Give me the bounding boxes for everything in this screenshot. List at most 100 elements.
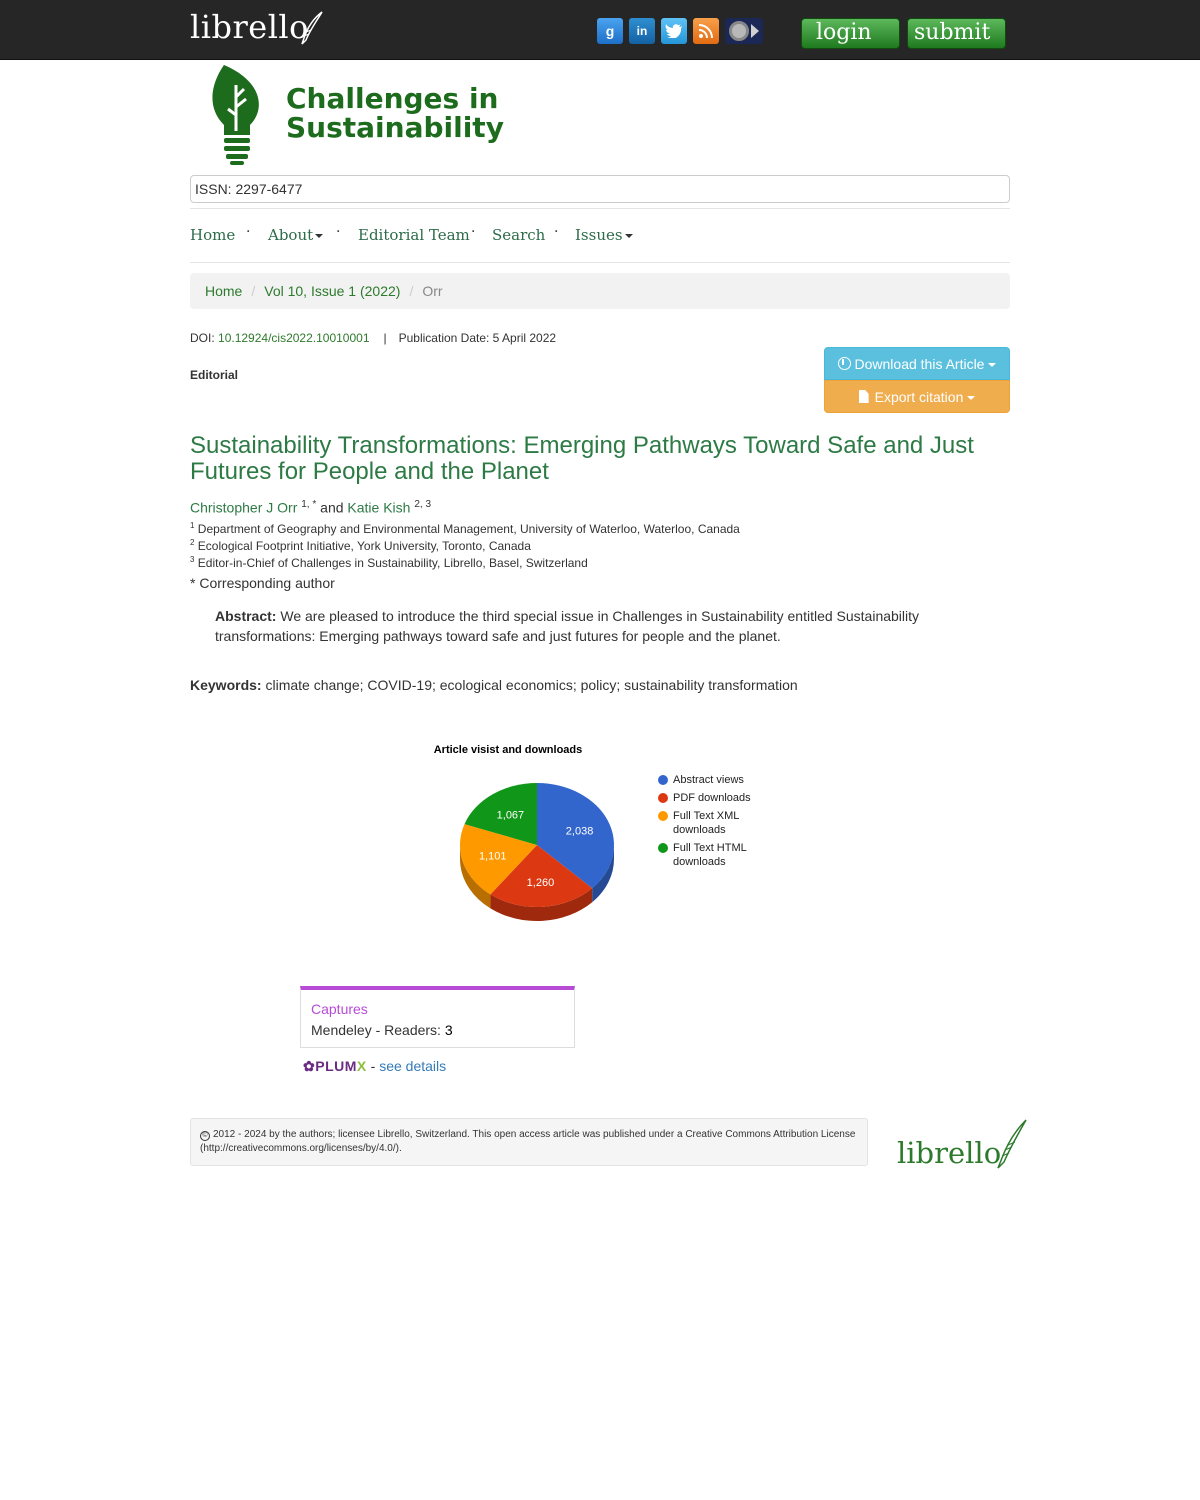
caret-down-icon [624, 234, 633, 238]
legend-label: Full Text XML downloads [673, 810, 740, 836]
abstract-label: Abstract: [215, 608, 277, 624]
affiliation-text: Ecological Footprint Initiative, York Un… [197, 539, 531, 553]
nav-search[interactable]: Search [492, 226, 545, 244]
authors: Christopher J Orr 1, * and Katie Kish 2,… [190, 499, 431, 516]
nav-about-label: About [268, 226, 314, 244]
nav-editorial-team[interactable]: Editorial Team [358, 226, 470, 244]
legend-marker [658, 793, 668, 803]
abstract: Abstract: We are pleased to introduce th… [215, 606, 975, 646]
publisher-logo-text: librello [190, 8, 309, 46]
author-link[interactable]: Christopher J Orr [190, 500, 297, 516]
rss-icon[interactable] [693, 18, 719, 44]
breadcrumb-home[interactable]: Home [205, 283, 242, 299]
nav-editorial-team-label: Editorial Team [358, 226, 470, 244]
breadcrumb-separator: / [409, 283, 414, 299]
author-conjunction: and [320, 499, 344, 516]
author-affiliation-sup: 1, * [301, 499, 317, 510]
keywords-label: Keywords: [190, 677, 262, 693]
journal-title-line1: Challenges in [286, 82, 499, 115]
divider [190, 262, 1010, 263]
author-affiliation-sup: 2, 3 [414, 499, 432, 510]
login-label: login [816, 20, 872, 45]
plumx-logo-icon[interactable]: ✿PLUMX [303, 1058, 367, 1074]
pie-data-label: 1,067 [497, 810, 525, 822]
footer-publisher-logo[interactable]: librello [897, 1119, 1027, 1170]
archive-icon[interactable] [725, 18, 763, 44]
caret-down-icon [988, 363, 997, 368]
corresponding-text: Corresponding author [199, 575, 335, 591]
chart-title: Article visist and downloads [433, 744, 583, 756]
affiliation: 3 Editor-in-Chief of Challenges in Susta… [190, 555, 588, 570]
journal-title-line2: Sustainability [286, 111, 504, 144]
linkedin-icon[interactable]: in [629, 18, 655, 44]
keywords: Keywords: climate change; COVID-19; ecol… [190, 677, 798, 693]
nav-separator: · [336, 224, 341, 240]
download-icon [837, 357, 851, 370]
pie-data-label: 1,101 [479, 851, 507, 863]
article-meta: DOI: 10.12924/cis2022.10010001 | Publicati… [190, 331, 556, 345]
download-article-label: Download this Article [854, 356, 985, 372]
publisher-logo[interactable]: librello [190, 8, 323, 46]
doi-label: DOI: [190, 331, 215, 345]
breadcrumb-current: Orr [422, 283, 443, 299]
divider [190, 208, 1010, 209]
plumx-logo-x: X [356, 1058, 367, 1074]
article-type: Editorial [190, 368, 239, 382]
abstract-text: We are pleased to introduce the third sp… [215, 608, 920, 644]
plumx-separator: - [370, 1058, 376, 1074]
pie-data-label: 1,260 [527, 877, 555, 889]
issn-field: ISSN: 2297-6477 [190, 175, 1010, 203]
doi-link[interactable]: 10.12924/cis2022.10010001 [218, 331, 369, 345]
plumx-details-link[interactable]: see details [379, 1058, 446, 1074]
meta-separator: | [383, 331, 387, 345]
legend-item[interactable]: PDF downloads [658, 791, 763, 805]
license-footer: © 2012 - 2024 by the authors; licensee Li… [190, 1118, 868, 1166]
legend-item[interactable]: Full Text XML downloads [658, 809, 763, 837]
breadcrumb-issue[interactable]: Vol 10, Issue 1 (2022) [264, 283, 400, 299]
affiliation: 1 Department of Geography and Environmen… [190, 521, 740, 536]
login-button[interactable]: login [801, 18, 900, 49]
affiliation-text: Department of Geography and Environmenta… [197, 522, 740, 536]
breadcrumb: Home / Vol 10, Issue 1 (2022) / Orr [190, 273, 1010, 309]
mendeley-readers: Mendeley - Readers: 3 [311, 1022, 564, 1038]
nav-about[interactable]: About [268, 226, 324, 244]
top-bar: librello g in login submit [0, 0, 1200, 60]
submit-label: submit [914, 20, 991, 45]
google-icon[interactable]: g [597, 18, 623, 44]
pie-data-label: 2,038 [566, 826, 594, 838]
legend-label: Abstract views [673, 774, 744, 786]
breadcrumb-separator: / [251, 283, 256, 299]
quill-icon [301, 11, 323, 45]
legend-item[interactable]: Abstract views [658, 773, 763, 787]
nav-separator: · [554, 224, 559, 240]
twitter-icon[interactable] [661, 18, 687, 44]
export-citation-label: Export citation [874, 389, 964, 405]
copyright-icon: © [200, 1131, 210, 1141]
captures-widget: Captures Mendeley - Readers: 3 [300, 986, 575, 1048]
nav-search-label: Search [492, 226, 546, 244]
publication-date: Publication Date: 5 April 2022 [398, 331, 557, 345]
nav-home[interactable]: Home [190, 226, 235, 244]
download-article-button[interactable]: Download this Article [824, 347, 1010, 380]
caret-down-icon [967, 396, 976, 401]
mendeley-readers-value: 3 [444, 1022, 453, 1038]
article-title: Sustainability Transformations: Emerging… [190, 432, 974, 485]
nav-issues[interactable]: Issues [575, 226, 633, 244]
plumx-logo-main: PLUM [315, 1058, 357, 1074]
author-link[interactable]: Katie Kish [347, 500, 410, 516]
captures-title[interactable]: Captures [311, 1001, 564, 1017]
corresponding-mark: * [190, 575, 196, 591]
legend-label: Full Text HTML downloads [673, 842, 747, 868]
plumx-row: ✿PLUMX - see details [303, 1058, 446, 1075]
legend-label: PDF downloads [673, 792, 751, 804]
legend-marker [658, 811, 668, 821]
affiliation-number: 2 [190, 538, 195, 547]
legend-item[interactable]: Full Text HTML downloads [658, 841, 763, 869]
affiliation-number: 3 [190, 555, 195, 564]
submit-button[interactable]: submit [907, 18, 1006, 49]
license-text: 2012 - 2024 by the authors; licensee Lib… [200, 1129, 856, 1154]
export-citation-button[interactable]: Export citation [824, 380, 1010, 413]
journal-title[interactable]: Challenges in Sustainability [286, 84, 504, 142]
nav-issues-label: Issues [575, 226, 623, 244]
nav-separator: · [471, 224, 476, 240]
